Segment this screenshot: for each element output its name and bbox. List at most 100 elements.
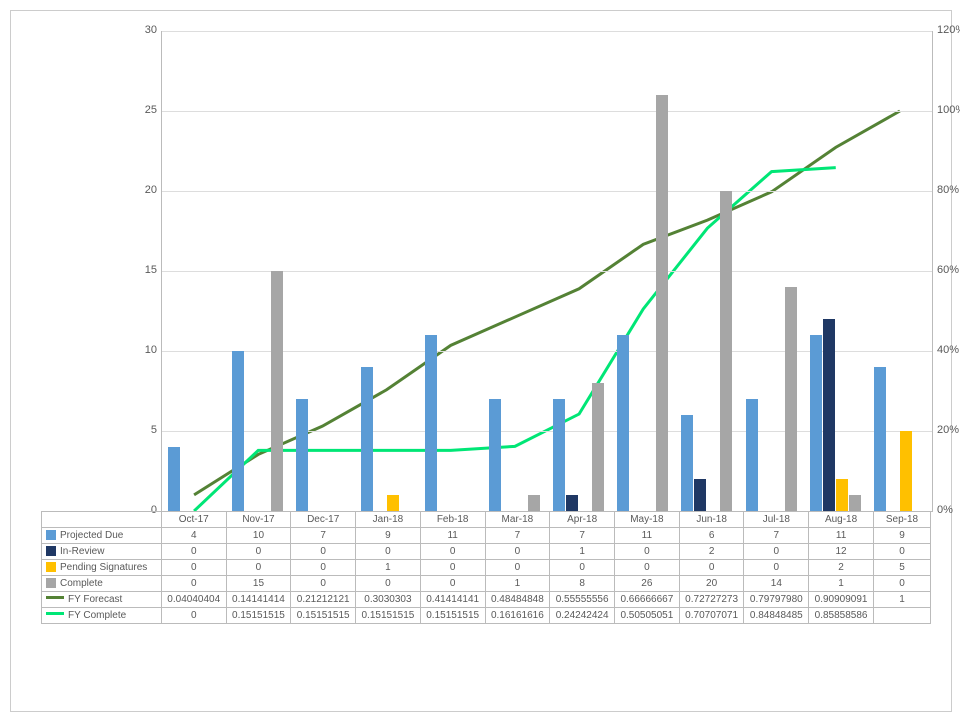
category-header: Aug-18 xyxy=(809,512,874,528)
category-header: May-18 xyxy=(615,512,680,528)
bar-complete xyxy=(271,271,283,511)
data-cell: 0.04040404 xyxy=(161,592,226,608)
category-header: Sep-18 xyxy=(873,512,930,528)
data-cell: 0 xyxy=(161,544,226,560)
bar-projected-due xyxy=(296,399,308,511)
data-cell: 1 xyxy=(873,592,930,608)
data-cell: 0.66666667 xyxy=(615,592,680,608)
y-right-tick: 20% xyxy=(937,424,960,436)
data-cell: 6 xyxy=(679,528,744,544)
data-cell: 12 xyxy=(809,544,874,560)
bar-projected-due xyxy=(553,399,565,511)
bar-projected-due xyxy=(232,351,244,511)
data-cell: 0.79797980 xyxy=(744,592,809,608)
category-header: Apr-18 xyxy=(550,512,615,528)
bar-complete xyxy=(720,191,732,511)
data-cell: 1 xyxy=(550,544,615,560)
legend-swatch-icon xyxy=(46,578,56,588)
data-cell: 0.55555556 xyxy=(550,592,615,608)
data-cell: 1 xyxy=(485,576,550,592)
data-cell: 0 xyxy=(420,544,485,560)
data-cell: 11 xyxy=(809,528,874,544)
data-cell: 0.15151515 xyxy=(420,608,485,624)
data-cell: 0.41414141 xyxy=(420,592,485,608)
data-cell: 14 xyxy=(744,576,809,592)
bar-projected-due xyxy=(425,335,437,511)
data-cell: 0.48484848 xyxy=(485,592,550,608)
data-cell: 0.90909091 xyxy=(809,592,874,608)
data-cell: 0 xyxy=(356,576,421,592)
data-cell: 8 xyxy=(550,576,615,592)
bar-projected-due xyxy=(746,399,758,511)
bar-pending-signatures xyxy=(836,479,848,511)
data-cell: 0.72727273 xyxy=(679,592,744,608)
data-cell: 0.16161616 xyxy=(485,608,550,624)
data-cell: 0 xyxy=(485,544,550,560)
y-left-tick: 15 xyxy=(117,264,157,276)
data-cell: 0 xyxy=(161,608,226,624)
y-right-tick: 100% xyxy=(937,104,960,116)
legend-label: Pending Signatures xyxy=(60,562,147,573)
bar-in-review xyxy=(694,479,706,511)
y-right-tick: 80% xyxy=(937,184,960,196)
legend-label: FY Forecast xyxy=(68,594,122,605)
data-cell: 0 xyxy=(873,576,930,592)
bar-pending-signatures xyxy=(900,431,912,511)
data-cell: 1 xyxy=(356,560,421,576)
bar-projected-due xyxy=(617,335,629,511)
bar-in-review xyxy=(823,319,835,511)
data-cell: 9 xyxy=(356,528,421,544)
bar-projected-due xyxy=(810,335,822,511)
y-right-tick: 0% xyxy=(937,504,960,516)
data-cell: 4 xyxy=(161,528,226,544)
legend-swatch-icon xyxy=(46,562,56,572)
legend-label: Complete xyxy=(60,578,103,589)
data-cell: 11 xyxy=(615,528,680,544)
data-cell: 9 xyxy=(873,528,930,544)
y-left-tick: 5 xyxy=(117,424,157,436)
data-cell: 5 xyxy=(873,560,930,576)
data-cell: 0 xyxy=(420,560,485,576)
data-cell: 0 xyxy=(550,560,615,576)
chart-container: 00%520%1040%1560%2080%25100%30120% Oct-1… xyxy=(10,10,952,712)
data-cell: 0.15151515 xyxy=(226,608,291,624)
bar-pending-signatures xyxy=(387,495,399,511)
y-left-tick: 20 xyxy=(117,184,157,196)
data-cell: 0 xyxy=(615,560,680,576)
data-cell: 0.15151515 xyxy=(291,608,356,624)
legend-swatch-icon xyxy=(46,596,64,599)
data-cell: 0 xyxy=(744,560,809,576)
category-header: Jul-18 xyxy=(744,512,809,528)
bar-complete xyxy=(785,287,797,511)
data-cell: 0 xyxy=(226,544,291,560)
data-cell: 0 xyxy=(161,576,226,592)
category-header: Jun-18 xyxy=(679,512,744,528)
data-cell: 0 xyxy=(420,576,485,592)
y-left-tick: 30 xyxy=(117,24,157,36)
data-cell: 2 xyxy=(679,544,744,560)
data-cell: 1 xyxy=(809,576,874,592)
data-cell: 10 xyxy=(226,528,291,544)
category-header: Mar-18 xyxy=(485,512,550,528)
data-cell: 7 xyxy=(485,528,550,544)
data-cell: 20 xyxy=(679,576,744,592)
bar-projected-due xyxy=(361,367,373,511)
legend-label: In-Review xyxy=(60,546,104,557)
data-cell: 7 xyxy=(550,528,615,544)
legend-label: Projected Due xyxy=(60,530,123,541)
plot-area: 00%520%1040%1560%2080%25100%30120% xyxy=(161,31,933,512)
data-cell: 26 xyxy=(615,576,680,592)
bar-complete xyxy=(849,495,861,511)
data-cell: 0 xyxy=(356,544,421,560)
data-cell: 0.14141414 xyxy=(226,592,291,608)
y-right-tick: 60% xyxy=(937,264,960,276)
data-cell: 0 xyxy=(291,576,356,592)
data-cell: 0.84848485 xyxy=(744,608,809,624)
data-cell: 0.85858586 xyxy=(809,608,874,624)
legend-swatch-icon xyxy=(46,546,56,556)
data-cell: 2 xyxy=(809,560,874,576)
data-cell: 7 xyxy=(291,528,356,544)
data-cell: 0 xyxy=(161,560,226,576)
data-cell: 0 xyxy=(873,544,930,560)
line-fy-complete xyxy=(194,168,836,511)
